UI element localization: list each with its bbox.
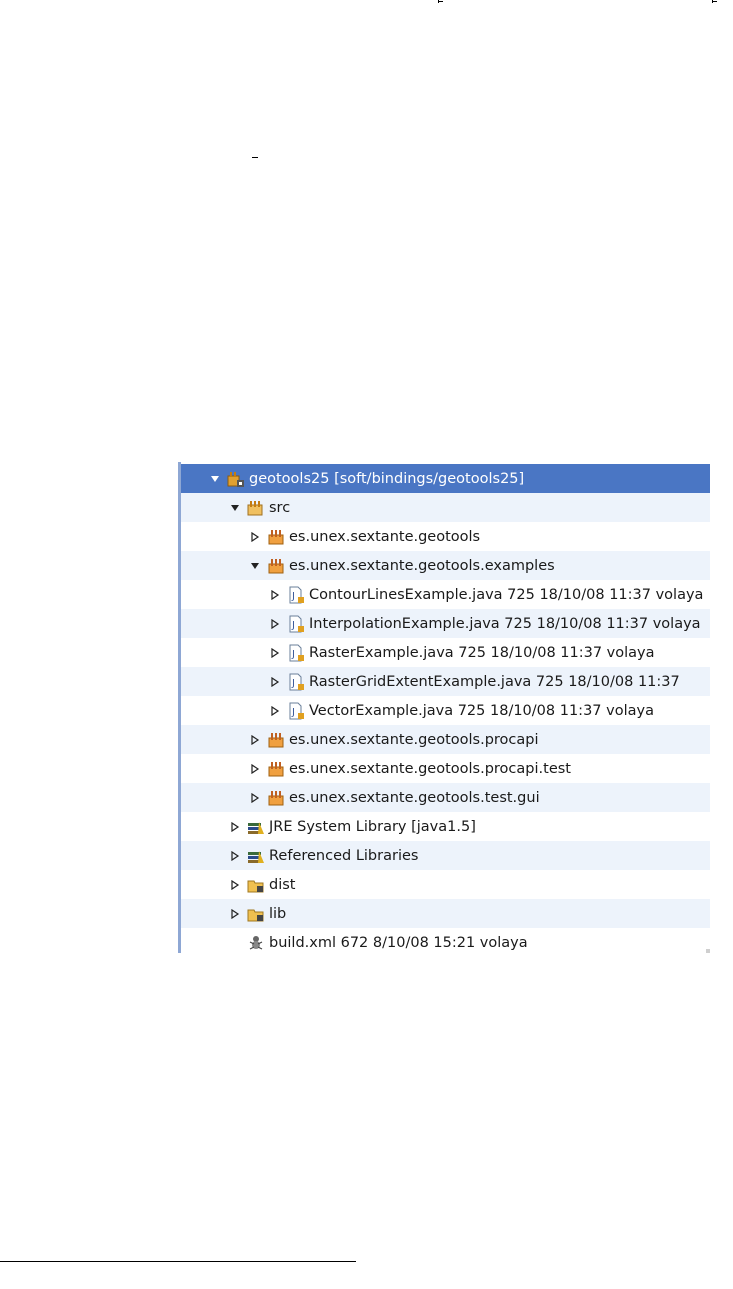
- tree-row[interactable]: Referenced Libraries: [181, 841, 710, 870]
- collapsed-arrow-icon[interactable]: [228, 907, 242, 921]
- collapsed-arrow-icon[interactable]: [248, 530, 262, 544]
- tree-row[interactable]: src: [181, 493, 710, 522]
- collapsed-arrow-icon[interactable]: [228, 849, 242, 863]
- tree-row-label: es.unex.sextante.geotools.examples: [289, 557, 555, 574]
- collapsed-arrow-icon[interactable]: [228, 878, 242, 892]
- folder-icon: [247, 876, 265, 894]
- java-file-icon: J: [287, 702, 305, 720]
- tree-row-label: dist: [269, 876, 296, 893]
- package-icon: [267, 731, 285, 749]
- footnote-rule: [0, 1261, 356, 1262]
- tree-row[interactable]: dist: [181, 870, 710, 899]
- ant-file-icon: [247, 934, 265, 952]
- svg-text:J: J: [291, 649, 295, 660]
- tree-row[interactable]: lib: [181, 899, 710, 928]
- svg-text:J: J: [291, 591, 295, 602]
- java-file-icon: J: [287, 644, 305, 662]
- tree-row-label: VectorExample.java 725 18/10/08 11:37 vo…: [309, 702, 654, 719]
- expanded-arrow-icon[interactable]: [248, 559, 262, 573]
- tree-row[interactable]: es.unex.sextante.geotools: [181, 522, 710, 551]
- collapsed-arrow-icon[interactable]: [268, 675, 282, 689]
- tree-row[interactable]: geotools25 [soft/bindings/geotools25]: [181, 464, 710, 493]
- collapsed-arrow-icon[interactable]: [248, 733, 262, 747]
- tree-row[interactable]: J ContourLinesExample.java 725 18/10/08 1…: [181, 580, 710, 609]
- tree-row[interactable]: es.unex.sextante.geotools.test.gui: [181, 783, 710, 812]
- scrollbar-corner: [706, 949, 710, 953]
- tree-row-label: RasterGridExtentExample.java 725 18/10/0…: [309, 673, 680, 690]
- expanded-arrow-icon[interactable]: [228, 501, 242, 515]
- tree-row[interactable]: J VectorExample.java 725 18/10/08 11:37 v…: [181, 696, 710, 725]
- tree-row[interactable]: build.xml 672 8/10/08 15:21 volaya: [181, 928, 710, 953]
- tree-row[interactable]: J RasterGridExtentExample.java 725 18/10/…: [181, 667, 710, 696]
- tree-row-label: geotools25 [soft/bindings/geotools25]: [249, 470, 525, 487]
- tree-row-label: src: [269, 499, 291, 516]
- collapsed-arrow-icon[interactable]: [268, 617, 282, 631]
- page-mark: [712, 0, 713, 3]
- package-icon: [267, 528, 285, 546]
- tree-row[interactable]: es.unex.sextante.geotools.examples: [181, 551, 710, 580]
- library-icon: [247, 847, 265, 865]
- tree-row[interactable]: es.unex.sextante.geotools.procapi: [181, 725, 710, 754]
- expanded-arrow-icon[interactable]: [208, 472, 222, 486]
- tree-row-label: es.unex.sextante.geotools: [289, 528, 481, 545]
- svg-text:J: J: [291, 620, 295, 631]
- library-icon: [247, 818, 265, 836]
- collapsed-arrow-icon[interactable]: [248, 762, 262, 776]
- tree-row-label: InterpolationExample.java 725 18/10/08 1…: [309, 615, 701, 632]
- collapsed-arrow-icon[interactable]: [248, 791, 262, 805]
- tree-row-label: RasterExample.java 725 18/10/08 11:37 vo…: [309, 644, 655, 661]
- java-file-icon: J: [287, 673, 305, 691]
- folder-icon: [247, 905, 265, 923]
- tree-row[interactable]: J InterpolationExample.java 725 18/10/08 …: [181, 609, 710, 638]
- tree-row[interactable]: JRE System Library [java1.5]: [181, 812, 710, 841]
- tree-row-label: es.unex.sextante.geotools.test.gui: [289, 789, 540, 806]
- tree-row-label: lib: [269, 905, 287, 922]
- tree-row[interactable]: J RasterExample.java 725 18/10/08 11:37 v…: [181, 638, 710, 667]
- svg-text:J: J: [291, 678, 295, 689]
- collapsed-arrow-icon[interactable]: [268, 646, 282, 660]
- tree-row-label: build.xml 672 8/10/08 15:21 volaya: [269, 934, 528, 951]
- tree-row-label: Referenced Libraries: [269, 847, 419, 864]
- package-icon: [267, 760, 285, 778]
- collapsed-arrow-icon[interactable]: [228, 820, 242, 834]
- collapsed-arrow-icon[interactable]: [268, 588, 282, 602]
- java-file-icon: J: [287, 615, 305, 633]
- tree-row-label: es.unex.sextante.geotools.procapi: [289, 731, 539, 748]
- package-icon: [267, 557, 285, 575]
- svg-text:J: J: [291, 707, 295, 718]
- tree-row-label: es.unex.sextante.geotools.procapi.test: [289, 760, 571, 777]
- package-icon: [267, 789, 285, 807]
- tree-row[interactable]: es.unex.sextante.geotools.procapi.test: [181, 754, 710, 783]
- java-project-icon: [227, 470, 245, 488]
- java-file-icon: J: [287, 586, 305, 604]
- tree-row-label: JRE System Library [java1.5]: [269, 818, 476, 835]
- collapsed-arrow-icon[interactable]: [268, 704, 282, 718]
- page-mark: [438, 0, 439, 3]
- tree-row-label: ContourLinesExample.java 725 18/10/08 11…: [309, 586, 704, 603]
- source-folder-icon: [247, 499, 265, 517]
- page-mark: [252, 157, 258, 158]
- package-explorer-tree[interactable]: geotools25 [soft/bindings/geotools25] src…: [178, 462, 710, 953]
